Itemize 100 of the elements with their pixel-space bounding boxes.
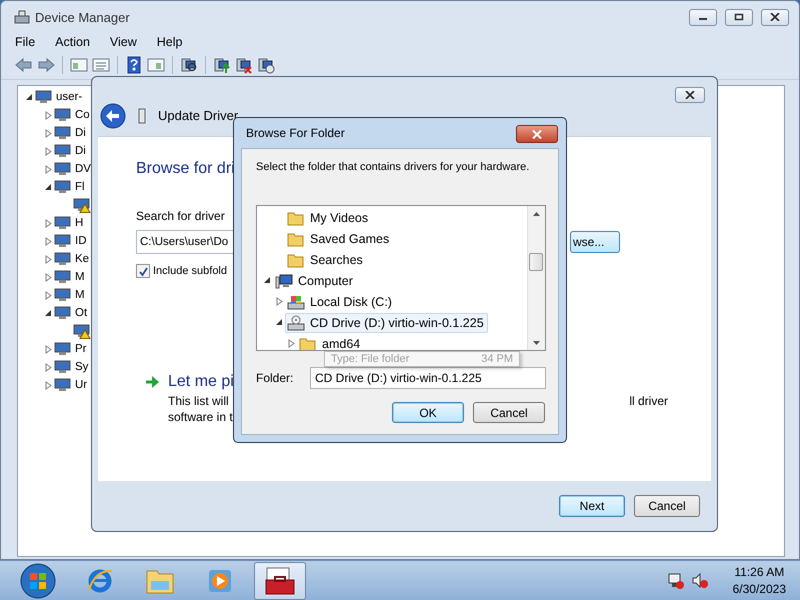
close-button[interactable] bbox=[761, 8, 789, 26]
disc-drive-icon bbox=[287, 314, 305, 330]
device-icon bbox=[35, 89, 53, 105]
device-icon bbox=[54, 251, 72, 267]
dialog-button[interactable]: OK bbox=[392, 402, 464, 423]
tree-item[interactable]: Co bbox=[75, 109, 90, 121]
tree-item[interactable]: Ur bbox=[75, 379, 88, 391]
tree-item[interactable]: Ke bbox=[75, 253, 90, 265]
device-icon bbox=[54, 143, 72, 159]
back-icon[interactable] bbox=[15, 56, 33, 74]
expander-icon[interactable] bbox=[44, 308, 53, 318]
forward-icon[interactable] bbox=[37, 56, 55, 74]
dialog-title: Update Driver bbox=[158, 108, 238, 123]
device-icon bbox=[54, 287, 72, 303]
device-icon bbox=[54, 305, 72, 321]
tree-item[interactable]: H bbox=[75, 217, 84, 229]
folder-item[interactable]: Local Disk (C:) bbox=[285, 292, 396, 312]
clock-time[interactable]: 11:26 AM bbox=[734, 564, 784, 580]
device-icon bbox=[54, 107, 72, 123]
tree-item[interactable]: Di bbox=[75, 145, 86, 157]
expander-icon[interactable] bbox=[275, 318, 284, 327]
expander-icon[interactable] bbox=[25, 92, 34, 102]
menu-item[interactable]: Help bbox=[156, 35, 182, 49]
scrollbar[interactable] bbox=[527, 206, 545, 350]
close-button[interactable] bbox=[516, 125, 558, 143]
toolbox-icon bbox=[263, 566, 297, 596]
tree-item[interactable]: Sy bbox=[75, 361, 88, 373]
close-button[interactable] bbox=[675, 87, 705, 103]
tree-item[interactable]: Fl bbox=[75, 181, 85, 193]
tooltip: Type: File folder 34 PM bbox=[324, 351, 520, 367]
option-description: This list will bbox=[168, 393, 229, 409]
device-icon bbox=[73, 323, 91, 339]
maximize-button[interactable] bbox=[725, 8, 753, 26]
option-description: ll driver bbox=[629, 393, 668, 409]
clock-date[interactable]: 6/30/2023 bbox=[732, 580, 786, 598]
speaker-muted-icon[interactable] bbox=[690, 572, 709, 590]
option-description: software in t bbox=[168, 409, 233, 425]
folder-field[interactable]: CD Drive (D:) virtio-win-0.1.225 bbox=[310, 367, 546, 389]
tree-item[interactable]: DV bbox=[75, 163, 91, 175]
maximize-icon bbox=[734, 13, 744, 21]
tree-item[interactable]: user- bbox=[56, 91, 82, 103]
folder-item[interactable]: My Videos bbox=[285, 208, 372, 228]
disable-icon[interactable] bbox=[257, 56, 275, 74]
device-icon bbox=[54, 125, 72, 141]
check-icon bbox=[138, 266, 148, 276]
folder-item[interactable]: Saved Games bbox=[285, 228, 394, 248]
update-driver-icon[interactable] bbox=[213, 56, 231, 74]
device-icon bbox=[54, 233, 72, 249]
instruction-text: Select the folder that contains drivers for your hardware. bbox=[256, 160, 530, 175]
device-icon bbox=[54, 341, 72, 357]
checkbox[interactable] bbox=[136, 264, 150, 278]
back-button[interactable] bbox=[100, 102, 126, 128]
folder-item[interactable]: CD Drive (D:) virtio-win-0.1.225 bbox=[285, 312, 488, 332]
folder-icon bbox=[287, 252, 305, 268]
tree-item[interactable]: Pr bbox=[75, 343, 86, 355]
checkbox-label: Include subfold bbox=[153, 265, 227, 277]
drive-icon bbox=[287, 294, 305, 310]
browse-button[interactable]: wse... bbox=[570, 231, 620, 253]
help-icon[interactable] bbox=[125, 56, 143, 74]
expander-icon[interactable] bbox=[263, 276, 272, 285]
close-icon bbox=[685, 91, 695, 99]
uninstall-icon[interactable] bbox=[235, 56, 253, 74]
device-icon bbox=[54, 377, 72, 393]
expander-icon[interactable] bbox=[44, 182, 53, 192]
menu-item[interactable]: File bbox=[15, 35, 36, 49]
menu-item[interactable]: Action bbox=[55, 35, 90, 49]
minimize-button[interactable] bbox=[689, 8, 717, 26]
arrow-icon bbox=[144, 374, 160, 390]
scroll-thumb[interactable] bbox=[529, 253, 543, 271]
folder-icon bbox=[287, 230, 305, 246]
taskbar-app[interactable] bbox=[254, 562, 306, 600]
close-icon bbox=[532, 130, 542, 138]
scan-icon[interactable] bbox=[180, 56, 198, 74]
device-icon bbox=[54, 179, 72, 195]
folder-item[interactable]: Searches bbox=[285, 250, 367, 270]
computer-icon bbox=[275, 272, 293, 288]
tree-item[interactable]: Ot bbox=[75, 307, 88, 319]
folder-icon bbox=[287, 210, 305, 226]
network-error-icon[interactable] bbox=[666, 572, 685, 590]
path-field[interactable]: C:\Users\user\Do bbox=[136, 230, 234, 254]
dialog-title: Browse For Folder bbox=[246, 126, 345, 140]
menu-item[interactable]: View bbox=[110, 35, 137, 49]
device-icon bbox=[54, 359, 72, 375]
dialog-button[interactable]: Next bbox=[559, 495, 625, 517]
tree-item[interactable]: Di bbox=[75, 127, 86, 139]
close-icon bbox=[770, 13, 780, 21]
device-manager-icon bbox=[14, 9, 30, 25]
tree-item[interactable]: M bbox=[75, 289, 85, 301]
properties-icon[interactable] bbox=[92, 56, 110, 74]
action-pane-icon[interactable] bbox=[147, 56, 165, 74]
tree-item[interactable]: ID bbox=[75, 235, 86, 247]
dialog-button[interactable]: Cancel bbox=[473, 402, 545, 423]
folder-item[interactable]: Computer bbox=[273, 270, 357, 290]
option-link[interactable]: Let me pi bbox=[168, 373, 234, 391]
console-tree-icon[interactable] bbox=[70, 56, 88, 74]
start-button[interactable] bbox=[20, 562, 56, 598]
folder-item[interactable]: amd64 bbox=[297, 334, 364, 350]
device-icon bbox=[54, 161, 72, 177]
tree-item[interactable]: M bbox=[75, 271, 85, 283]
dialog-button[interactable]: Cancel bbox=[634, 495, 700, 517]
